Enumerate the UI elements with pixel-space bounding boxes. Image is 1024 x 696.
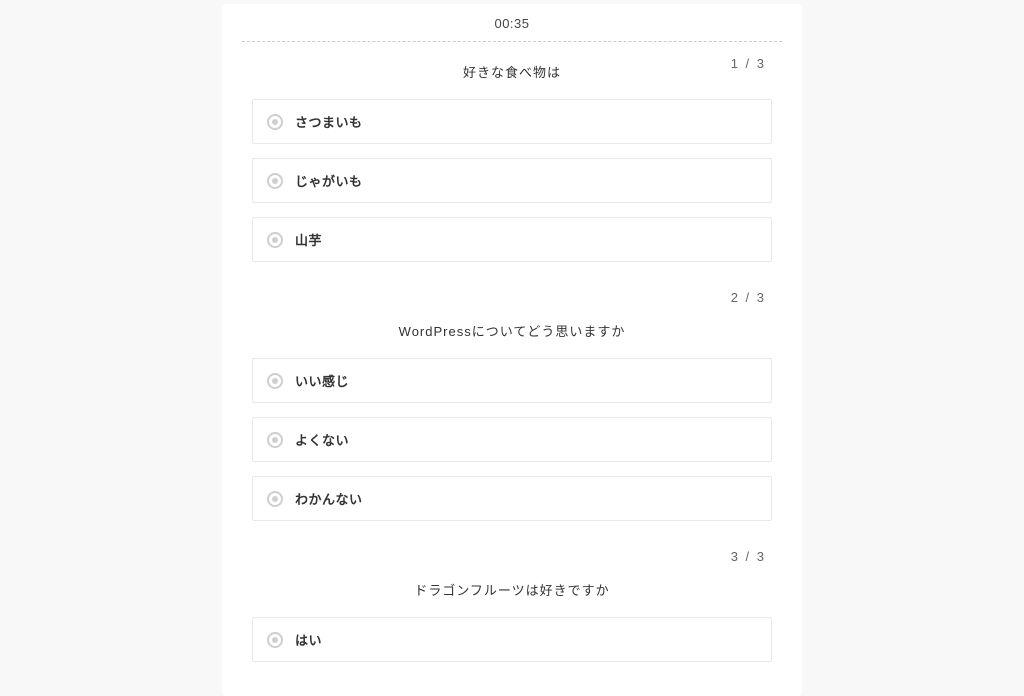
question-header: 3 / 3 ドラゴンフルーツは好きですか: [252, 535, 772, 617]
question-block: 1 / 3 好きな食べ物は さつまいも じゃがいも 山芋: [222, 42, 802, 262]
option[interactable]: はい: [252, 617, 772, 662]
radio-icon: [267, 114, 283, 130]
option-label: じゃがいも: [295, 171, 363, 190]
question-counter: 2 / 3: [731, 290, 766, 305]
option-label: はい: [295, 630, 322, 649]
radio-icon: [267, 173, 283, 189]
question-header: 1 / 3 好きな食べ物は: [252, 42, 772, 99]
option[interactable]: いい感じ: [252, 358, 772, 403]
option[interactable]: さつまいも: [252, 99, 772, 144]
radio-icon: [267, 432, 283, 448]
question-header: 2 / 3 WordPressについてどう思いますか: [252, 276, 772, 358]
option[interactable]: よくない: [252, 417, 772, 462]
option-label: わかんない: [295, 489, 363, 508]
question-block: 2 / 3 WordPressについてどう思いますか いい感じ よくない わかん…: [222, 276, 802, 521]
radio-icon: [267, 632, 283, 648]
option[interactable]: わかんない: [252, 476, 772, 521]
option-label: いい感じ: [295, 371, 349, 390]
question-counter: 1 / 3: [731, 56, 766, 71]
question-title: ドラゴンフルーツは好きですか: [252, 580, 772, 599]
timer: 00:35: [222, 4, 802, 41]
radio-icon: [267, 373, 283, 389]
quiz-card: 00:35 1 / 3 好きな食べ物は さつまいも じゃがいも 山芋 2 / 3…: [222, 4, 802, 696]
question-title: 好きな食べ物は: [252, 62, 772, 81]
option-label: 山芋: [295, 230, 322, 249]
option[interactable]: 山芋: [252, 217, 772, 262]
option-label: さつまいも: [295, 112, 363, 131]
option[interactable]: じゃがいも: [252, 158, 772, 203]
question-counter: 3 / 3: [731, 549, 766, 564]
radio-icon: [267, 491, 283, 507]
option-label: よくない: [295, 430, 349, 449]
question-block: 3 / 3 ドラゴンフルーツは好きですか はい: [222, 535, 802, 662]
radio-icon: [267, 232, 283, 248]
question-title: WordPressについてどう思いますか: [252, 321, 772, 340]
